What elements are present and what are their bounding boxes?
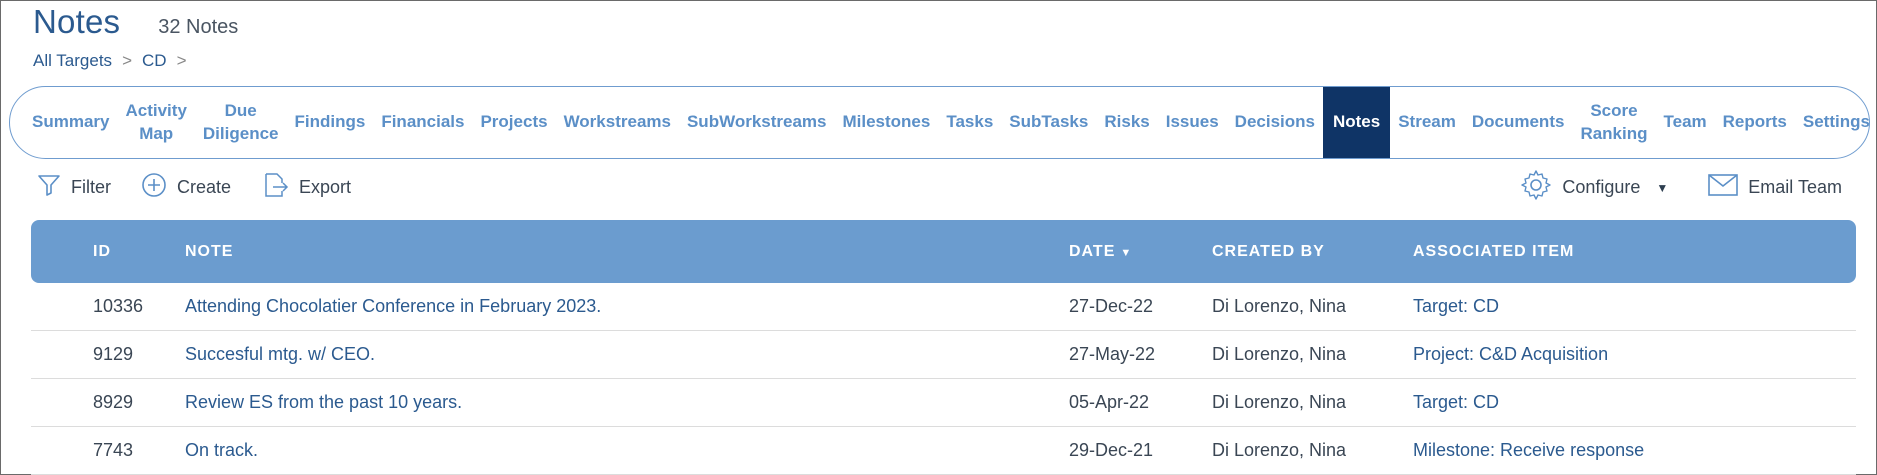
tab-findings[interactable]: Findings	[287, 87, 374, 158]
tab-notes[interactable]: Notes	[1322, 87, 1391, 158]
tab-issues[interactable]: Issues	[1158, 87, 1227, 158]
cell-date: 27-Dec-22	[1069, 296, 1154, 316]
cell-note[interactable]: Attending Chocolatier Conference in Febr…	[185, 296, 1069, 317]
tab-subtasks[interactable]: SubTasks	[1001, 87, 1096, 158]
tab-due-diligence[interactable]: Due Diligence	[195, 87, 287, 158]
tab-documents[interactable]: Documents	[1464, 87, 1573, 158]
page-title: Notes	[33, 3, 121, 40]
column-header-id[interactable]: ID	[31, 243, 185, 261]
caret-down-icon: ▼	[1656, 180, 1669, 195]
mail-icon	[1708, 173, 1739, 202]
tab-reports[interactable]: Reports	[1715, 87, 1795, 158]
breadcrumb-separator: >	[122, 51, 132, 70]
cell-associated-item[interactable]: Milestone: Receive response	[1413, 440, 1856, 461]
table-header: ID NOTE DATE ▼ CREATED BY ASSOCIATED ITEM	[31, 220, 1856, 283]
cell-id: 10336	[93, 296, 144, 316]
table-row[interactable]: 7743 On track. 29-Dec-21 Di Lorenzo, Nin…	[31, 427, 1856, 475]
cell-date: 27-May-22	[1069, 344, 1156, 364]
filter-icon	[37, 173, 61, 202]
table-row[interactable]: 10336 Attending Chocolatier Conference i…	[31, 283, 1856, 331]
tab-risks[interactable]: Risks	[1096, 87, 1157, 158]
tab-projects[interactable]: Projects	[472, 87, 555, 158]
cell-created-by: Di Lorenzo, Nina	[1212, 296, 1347, 316]
tab-activity-map[interactable]: Activity Map	[117, 87, 194, 158]
column-header-date-label: DATE	[1069, 242, 1116, 260]
toolbar: Filter Create Export	[37, 171, 351, 204]
cell-id: 7743	[93, 440, 134, 460]
export-button[interactable]: Export	[261, 171, 351, 204]
column-header-created-by[interactable]: CREATED BY	[1212, 243, 1413, 261]
cell-date: 05-Apr-22	[1069, 392, 1150, 412]
tab-score-ranking[interactable]: Score Ranking	[1572, 87, 1655, 158]
cell-note[interactable]: On track.	[185, 440, 1069, 461]
table-row[interactable]: 9129 Succesful mtg. w/ CEO. 27-May-22 Di…	[31, 331, 1856, 379]
cell-associated-item[interactable]: Target: CD	[1413, 296, 1856, 317]
breadcrumb: All Targets > CD >	[33, 51, 187, 71]
column-header-associated-item[interactable]: ASSOCIATED ITEM	[1413, 243, 1856, 261]
tab-decisions[interactable]: Decisions	[1227, 87, 1323, 158]
cell-associated-item[interactable]: Project: C&D Acquisition	[1413, 344, 1856, 365]
tab-bar: Summary Activity Map Due Diligence Findi…	[9, 86, 1870, 159]
configure-label: Configure	[1562, 177, 1641, 197]
breadcrumb-all-targets[interactable]: All Targets	[33, 51, 112, 71]
email-team-label: Email Team	[1748, 177, 1842, 197]
cell-created-by: Di Lorenzo, Nina	[1212, 440, 1347, 460]
configure-button[interactable]: Configure ▼	[1520, 169, 1668, 206]
table-row[interactable]: 8929 Review ES from the past 10 years. 0…	[31, 379, 1856, 427]
create-label: Create	[177, 177, 232, 197]
cell-created-by: Di Lorenzo, Nina	[1212, 392, 1347, 412]
cell-id: 9129	[93, 344, 134, 364]
cell-date: 29-Dec-21	[1069, 440, 1154, 460]
export-icon	[261, 171, 289, 204]
toolbar-right: Configure ▼ Email Team	[1520, 169, 1842, 206]
breadcrumb-cd[interactable]: CD	[142, 51, 167, 71]
cell-note[interactable]: Review ES from the past 10 years.	[185, 392, 1069, 413]
notes-table: ID NOTE DATE ▼ CREATED BY ASSOCIATED ITEM…	[31, 220, 1856, 475]
filter-label: Filter	[71, 177, 111, 197]
cell-created-by: Di Lorenzo, Nina	[1212, 344, 1347, 364]
tab-financials[interactable]: Financials	[373, 87, 472, 158]
tab-tasks[interactable]: Tasks	[938, 87, 1001, 158]
tab-stream[interactable]: Stream	[1390, 87, 1464, 158]
cell-id: 8929	[93, 392, 134, 412]
plus-circle-icon	[141, 172, 167, 203]
column-header-note[interactable]: NOTE	[185, 243, 1069, 261]
export-label: Export	[299, 177, 352, 197]
notes-count: 32 Notes	[158, 16, 239, 38]
tab-summary[interactable]: Summary	[24, 87, 117, 158]
tab-workstreams[interactable]: Workstreams	[556, 87, 679, 158]
tab-settings[interactable]: Settings	[1795, 87, 1869, 158]
filter-button[interactable]: Filter	[37, 173, 111, 202]
cell-note[interactable]: Succesful mtg. w/ CEO.	[185, 344, 1069, 365]
email-team-button[interactable]: Email Team	[1708, 173, 1842, 202]
breadcrumb-separator: >	[176, 51, 187, 70]
page-header: Notes 32 Notes	[33, 3, 238, 41]
sort-desc-icon: ▼	[1120, 246, 1133, 259]
create-button[interactable]: Create	[141, 172, 231, 203]
cell-associated-item[interactable]: Target: CD	[1413, 392, 1856, 413]
gear-icon	[1520, 169, 1552, 206]
tab-team[interactable]: Team	[1656, 87, 1715, 158]
tab-subworkstreams[interactable]: SubWorkstreams	[679, 87, 835, 158]
tab-milestones[interactable]: Milestones	[834, 87, 938, 158]
column-header-date[interactable]: DATE ▼	[1069, 243, 1212, 261]
